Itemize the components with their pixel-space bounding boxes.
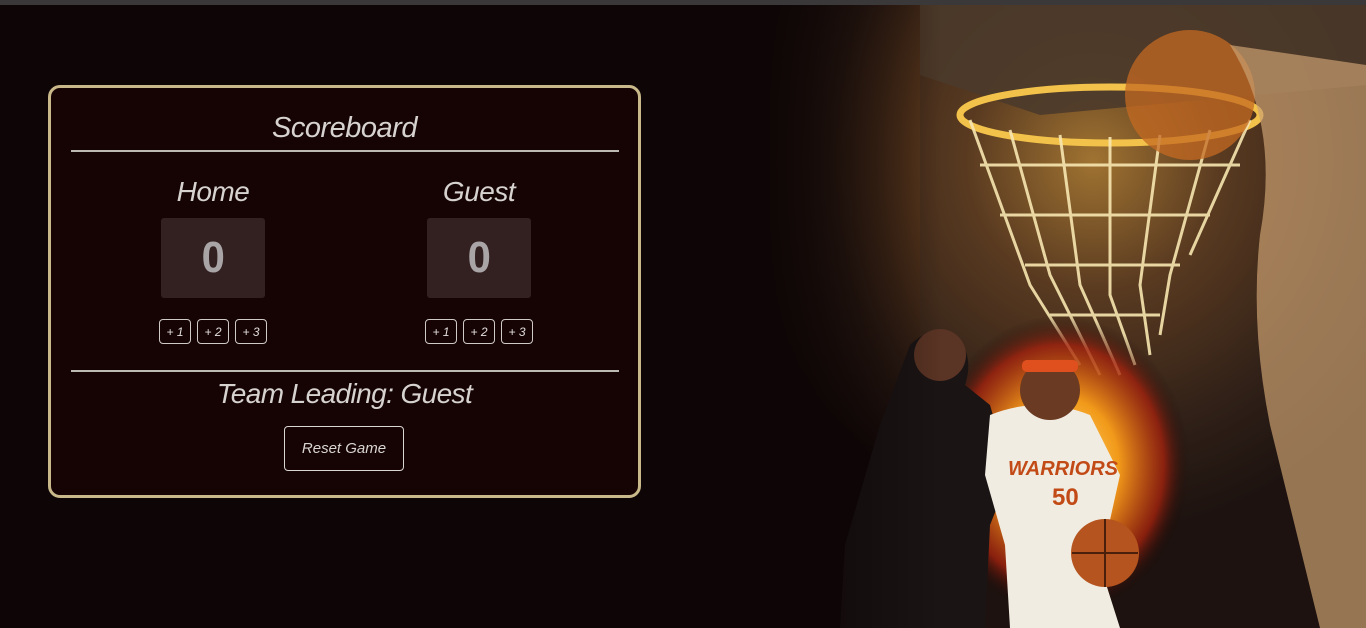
scoreboard-title: Scoreboard	[272, 112, 417, 144]
home-plus-1-button[interactable]: + 1	[159, 319, 191, 344]
home-points-buttons: + 1 + 2 + 3	[133, 319, 293, 344]
reset-game-button[interactable]: Reset Game	[284, 426, 404, 471]
team-leading-status: Team Leading: Guest	[216, 378, 473, 409]
home-team-name: Home	[176, 176, 250, 207]
home-plus-3-button[interactable]: + 3	[235, 319, 267, 344]
guest-plus-3-button[interactable]: + 3	[501, 319, 533, 344]
guest-plus-2-button[interactable]: + 2	[463, 319, 495, 344]
guest-score-box: 0	[427, 218, 531, 298]
guest-points-buttons: + 1 + 2 + 3	[399, 319, 559, 344]
home-team-section: Home 0 + 1 + 2 + 3	[133, 176, 293, 344]
guest-team-section: Guest 0 + 1 + 2 + 3	[399, 176, 559, 344]
guest-score: 0	[467, 233, 491, 282]
scoreboard-panel: Scoreboard Home 0 + 1 + 2 + 3 Guest 0 + …	[48, 85, 641, 498]
title-divider	[71, 150, 619, 152]
home-score: 0	[201, 233, 225, 282]
basketball-dunk-illustration: WARRIORS 50	[760, 5, 1366, 628]
guest-plus-1-button[interactable]: + 1	[425, 319, 457, 344]
status-divider	[71, 370, 619, 372]
guest-team-name: Guest	[442, 176, 516, 207]
home-score-box: 0	[161, 218, 265, 298]
home-plus-2-button[interactable]: + 2	[197, 319, 229, 344]
